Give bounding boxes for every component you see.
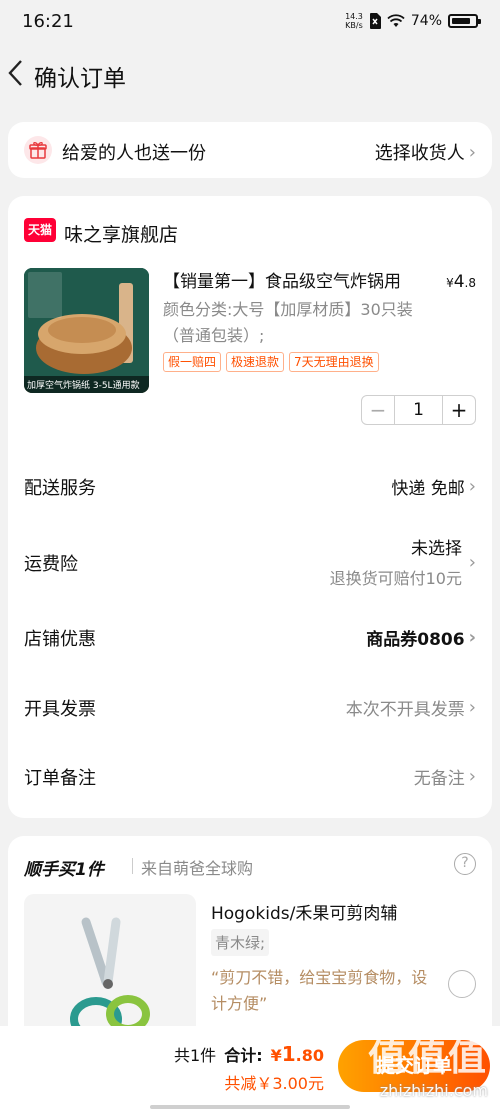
product-image[interactable]: 加厚空气炸锅纸 3-5L通用款 (24, 268, 149, 393)
also-buy-source: 来自萌爸全球购 (141, 859, 254, 878)
delivery-value: 快递 免邮 (391, 479, 465, 499)
also-buy-heading: 顺手买1件 (24, 860, 104, 880)
gift-label: 给爱的人也送一份 (62, 143, 206, 164)
invoice-value: 本次不开具发票 (345, 700, 465, 720)
chevron-right-icon: › (468, 627, 476, 648)
product-price: ¥4.8 (446, 272, 476, 292)
sim-icon (369, 13, 381, 29)
select-recipient-button[interactable]: 选择收货人 › (375, 139, 476, 165)
home-indicator (150, 1105, 350, 1109)
note-label: 订单备注 (24, 768, 96, 789)
insurance-row[interactable]: 运费险 未选择 退换货可赔付10元 › (24, 534, 476, 594)
note-row[interactable]: 订单备注 无备注 › (24, 764, 476, 794)
tag-fake-compensation: 假一赔四 (163, 352, 222, 372)
delivery-label: 配送服务 (24, 478, 96, 499)
order-card: 天猫 味之享旗舰店 加厚空气炸锅纸 3-5L通用款 【销量第一】食品级空气炸锅用… (8, 196, 492, 818)
coupon-row[interactable]: 店铺优惠 商品券0806 › (24, 625, 476, 655)
insurance-label: 运费险 (24, 554, 78, 575)
tmall-logo: 天猫 (24, 218, 56, 242)
item-count: 共1件 (174, 1046, 217, 1065)
quantity-stepper: − 1 + (361, 395, 476, 425)
quantity-value[interactable]: 1 (394, 396, 443, 424)
also-buy-variant: 青木绿; (211, 929, 270, 956)
coupon-value: 商品券0806 (366, 630, 465, 650)
bottom-bar: 共1件 合计: ¥1.80 共减￥3.00元 提交订单 值值值 zhizhizh… (0, 1026, 500, 1111)
note-value: 无备注 (413, 769, 465, 789)
gift-icon (24, 136, 52, 164)
question-icon[interactable]: ? (454, 853, 476, 875)
coupon-label: 店铺优惠 (24, 629, 96, 650)
increase-button[interactable]: + (443, 396, 475, 424)
chevron-right-icon: › (468, 697, 476, 718)
invoice-row[interactable]: 开具发票 本次不开具发票 › (24, 695, 476, 725)
insurance-value: 未选择 (411, 539, 462, 559)
service-tags: 假一赔四 极速退款 7天无理由退换 (163, 352, 379, 372)
delivery-row[interactable]: 配送服务 快递 免邮 › (24, 474, 476, 504)
battery-icon (448, 14, 481, 28)
tag-7-day-return: 7天无理由退换 (289, 352, 379, 372)
note-value-wrap: 无备注 › (414, 764, 476, 789)
battery-percent: 74% (410, 13, 442, 29)
shop-name[interactable]: 味之享旗舰店 (64, 220, 178, 247)
also-buy-title[interactable]: Hogokids/禾果可剪肉辅 (211, 899, 397, 924)
also-buy-card: 顺手买1件 来自萌爸全球购 ? Hogokids/禾果可剪肉辅 青木绿; “剪刀… (8, 836, 492, 1064)
watermark-url: zhizhizhi.com (379, 1081, 488, 1100)
wifi-icon (387, 14, 405, 27)
network-speed: 14.3 KB/s (345, 12, 363, 30)
chevron-right-icon: › (468, 766, 476, 787)
also-buy-select-radio[interactable] (448, 970, 476, 998)
select-recipient-label: 选择收货人 (374, 143, 465, 164)
page-title: 确认订单 (34, 66, 126, 92)
nav-bar: 确认订单 (0, 46, 500, 104)
total-price: ¥1.80 (270, 1042, 324, 1066)
status-time: 16:21 (22, 11, 74, 32)
divider (132, 858, 133, 874)
coupon-value-wrap: 商品券0806 › (366, 625, 476, 650)
decrease-button[interactable]: − (362, 396, 394, 424)
total-label: 合计: (224, 1046, 263, 1065)
also-buy-review: “剪刀不错，给宝宝剪食物，设计方便” (211, 968, 428, 1013)
total-line: 共1件 合计: ¥1.80 (174, 1042, 324, 1066)
insurance-value-wrap: 未选择 退换货可赔付10元 › (330, 534, 476, 589)
insurance-subtext: 退换货可赔付10元 (329, 569, 462, 588)
gift-card[interactable]: 给爱的人也送一份 选择收货人 › (8, 122, 492, 178)
invoice-label: 开具发票 (24, 699, 96, 720)
chevron-right-icon: › (468, 141, 476, 163)
watermark: 值值值 (367, 1035, 488, 1079)
chevron-left-icon[interactable] (6, 58, 26, 88)
status-icons: 14.3 KB/s 74% (345, 12, 481, 30)
delivery-value-wrap: 快递 免邮 › (391, 474, 476, 499)
discount-text: 共减￥3.00元 (224, 1074, 324, 1093)
invoice-value-wrap: 本次不开具发票 › (346, 695, 476, 720)
chevron-right-icon: › (468, 476, 476, 497)
product-title[interactable]: 【销量第一】食品级空气炸锅用 (163, 270, 423, 295)
product-image-caption: 加厚空气炸锅纸 3-5L通用款 (27, 381, 140, 391)
product-variant[interactable]: 颜色分类:大号【加厚材质】30只装（普通包装）; (163, 297, 433, 349)
tag-fast-refund: 极速退款 (226, 352, 285, 372)
chevron-right-icon: › (468, 552, 476, 573)
status-bar: 16:21 14.3 KB/s 74% (0, 0, 500, 46)
